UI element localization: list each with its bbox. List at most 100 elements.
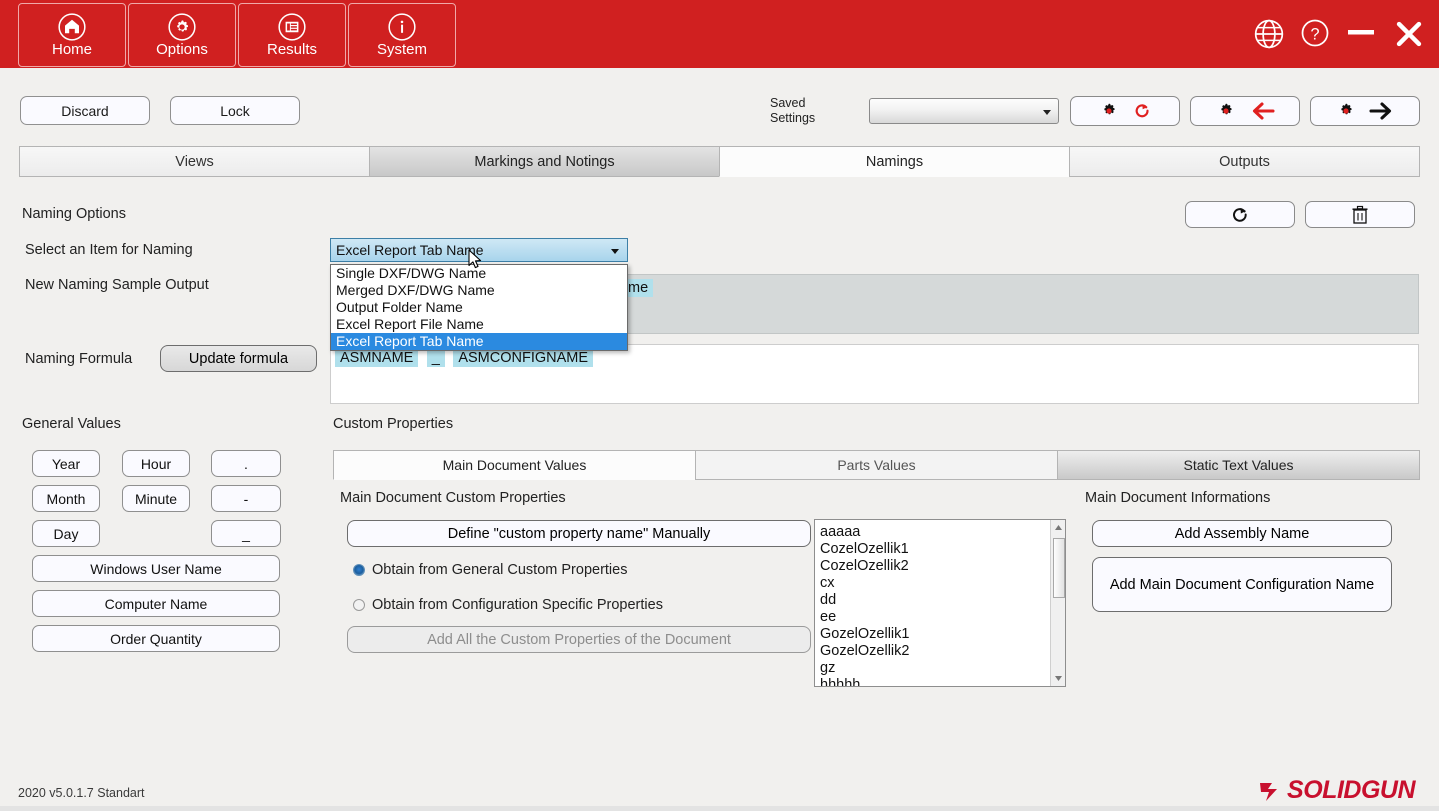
formula-chip-separator[interactable]: _ — [427, 349, 445, 367]
globe-icon[interactable] — [1253, 18, 1285, 50]
scroll-up-icon[interactable] — [1051, 520, 1066, 535]
reset-naming-button[interactable] — [1185, 201, 1295, 228]
nav-tile-results[interactable]: Results — [238, 3, 346, 67]
list-item[interactable]: GozelOzellik2 — [815, 643, 1065, 660]
list-item[interactable]: ee — [815, 609, 1065, 626]
list-item[interactable]: gz — [815, 660, 1065, 677]
radio-obtain-general[interactable]: Obtain from General Custom Properties — [353, 562, 627, 578]
scrollbar-thumb[interactable] — [1053, 538, 1065, 598]
tab-markings-and-notings[interactable]: Markings and Notings — [369, 146, 720, 177]
gv-month-button[interactable]: Month — [32, 485, 100, 512]
dropdown-option-merged-dxf[interactable]: Merged DXF/DWG Name — [331, 282, 627, 299]
settings-load-button[interactable] — [1190, 96, 1300, 126]
gv-windows-user-name-button[interactable]: Windows User Name — [32, 555, 280, 582]
naming-formula-bar[interactable]: ASMNAME _ ASMCONFIGNAME — [330, 344, 1419, 404]
main-tab-bar: Views Markings and Notings Namings Outpu… — [19, 146, 1419, 177]
custom-properties-listbox[interactable]: aaaaa CozelOzellik1 CozelOzellik2 cx dd … — [814, 519, 1066, 687]
radio-label-config: Obtain from Configuration Specific Prope… — [372, 597, 663, 613]
logo-mark-icon — [1259, 779, 1285, 803]
lock-button[interactable]: Lock — [170, 96, 300, 125]
minimize-icon[interactable] — [1345, 24, 1377, 40]
add-assembly-name-button[interactable]: Add Assembly Name — [1092, 520, 1392, 547]
trash-icon — [1351, 205, 1369, 225]
add-main-document-configuration-name-button[interactable]: Add Main Document Configuration Name — [1092, 557, 1392, 612]
nav-label-home: Home — [52, 42, 92, 58]
cp-tab-static-text-values[interactable]: Static Text Values — [1057, 450, 1420, 480]
list-item[interactable]: dd — [815, 592, 1065, 609]
gv-day-button[interactable]: Day — [32, 520, 100, 547]
chevron-down-icon — [1043, 110, 1051, 115]
naming-options-title: Naming Options — [22, 206, 126, 222]
list-item[interactable]: CozelOzellik1 — [815, 541, 1065, 558]
general-values-title: General Values — [22, 416, 121, 432]
close-icon[interactable] — [1392, 17, 1426, 51]
saved-settings-line1: Saved — [770, 96, 860, 111]
scroll-down-icon[interactable] — [1051, 671, 1066, 686]
define-custom-property-button[interactable]: Define "custom property name" Manually — [347, 520, 811, 547]
refresh-icon — [1230, 205, 1250, 225]
gv-computer-name-button[interactable]: Computer Name — [32, 590, 280, 617]
gv-order-quantity-button[interactable]: Order Quantity — [32, 625, 280, 652]
discard-button[interactable]: Discard — [20, 96, 150, 125]
main-document-informations-label: Main Document Informations — [1085, 490, 1270, 506]
gv-dot-button[interactable]: . — [211, 450, 281, 477]
saved-settings-dropdown[interactable] — [869, 98, 1059, 124]
list-item[interactable]: aaaaa — [815, 524, 1065, 541]
nav-tile-options[interactable]: Options — [128, 3, 236, 67]
chevron-down-icon — [611, 249, 619, 254]
svg-text:?: ? — [1310, 25, 1319, 43]
add-all-custom-properties-button: Add All the Custom Properties of the Doc… — [347, 626, 811, 653]
gv-underscore-button[interactable]: _ — [211, 520, 281, 547]
list-item[interactable]: cx — [815, 575, 1065, 592]
list-icon — [278, 13, 306, 41]
listbox-scrollbar[interactable] — [1050, 520, 1065, 686]
arrow-left-icon — [1249, 100, 1275, 122]
naming-item-dropdown[interactable]: Excel Report Tab Name — [330, 238, 628, 262]
list-item[interactable]: CozelOzellik2 — [815, 558, 1065, 575]
nav-tile-system[interactable]: System — [348, 3, 456, 67]
logo-text: SOLIDGUN — [1287, 776, 1415, 805]
list-item[interactable]: GozelOzellik1 — [815, 626, 1065, 643]
nav-tile-home[interactable]: Home — [18, 3, 126, 67]
settings-refresh-button[interactable] — [1070, 96, 1180, 126]
gv-year-button[interactable]: Year — [32, 450, 100, 477]
radio-label-general: Obtain from General Custom Properties — [372, 562, 627, 578]
help-icon[interactable]: ? — [1300, 18, 1330, 48]
nav-label-results: Results — [267, 42, 317, 58]
update-formula-button[interactable]: Update formula — [160, 345, 317, 372]
dropdown-option-output-folder[interactable]: Output Folder Name — [331, 299, 627, 316]
tab-views[interactable]: Views — [19, 146, 370, 177]
saved-settings-line2: Settings — [770, 111, 860, 126]
gv-dash-button[interactable]: - — [211, 485, 281, 512]
list-item[interactable]: hhhhh — [815, 677, 1065, 687]
cp-tab-parts-values[interactable]: Parts Values — [695, 450, 1058, 480]
custom-properties-title: Custom Properties — [333, 416, 453, 432]
nav-label-system: System — [377, 42, 427, 58]
tab-outputs[interactable]: Outputs — [1069, 146, 1420, 177]
gv-minute-button[interactable]: Minute — [122, 485, 190, 512]
main-document-custom-properties-label: Main Document Custom Properties — [340, 490, 566, 506]
gv-hour-button[interactable]: Hour — [122, 450, 190, 477]
naming-formula-label: Naming Formula — [25, 351, 132, 367]
dropdown-option-single-dxf[interactable]: Single DXF/DWG Name — [331, 265, 627, 282]
taskbar-strip — [0, 806, 1439, 811]
saved-settings-label: Saved Settings — [770, 96, 860, 126]
tab-namings[interactable]: Namings — [719, 146, 1070, 177]
dropdown-option-excel-tab[interactable]: Excel Report Tab Name — [331, 333, 627, 350]
select-item-label: Select an Item for Naming — [25, 242, 193, 258]
gear-icon — [1215, 100, 1237, 122]
formula-chip-asmconfigname[interactable]: ASMCONFIGNAME — [453, 349, 593, 367]
solidgun-logo: SOLIDGUN — [1259, 776, 1415, 805]
home-icon — [58, 13, 86, 41]
dropdown-option-excel-file[interactable]: Excel Report File Name — [331, 316, 627, 333]
settings-save-button[interactable] — [1310, 96, 1420, 126]
gear-icon — [1335, 100, 1357, 122]
cp-tab-main-document-values[interactable]: Main Document Values — [333, 450, 696, 480]
refresh-icon — [1132, 101, 1152, 121]
radio-indicator-general — [353, 564, 365, 576]
delete-naming-button[interactable] — [1305, 201, 1415, 228]
main-navigation: Home Options Results System — [18, 3, 456, 67]
naming-item-dropdown-list: Single DXF/DWG Name Merged DXF/DWG Name … — [330, 264, 628, 351]
radio-obtain-config[interactable]: Obtain from Configuration Specific Prope… — [353, 597, 663, 613]
formula-chip-asmname[interactable]: ASMNAME — [335, 349, 418, 367]
